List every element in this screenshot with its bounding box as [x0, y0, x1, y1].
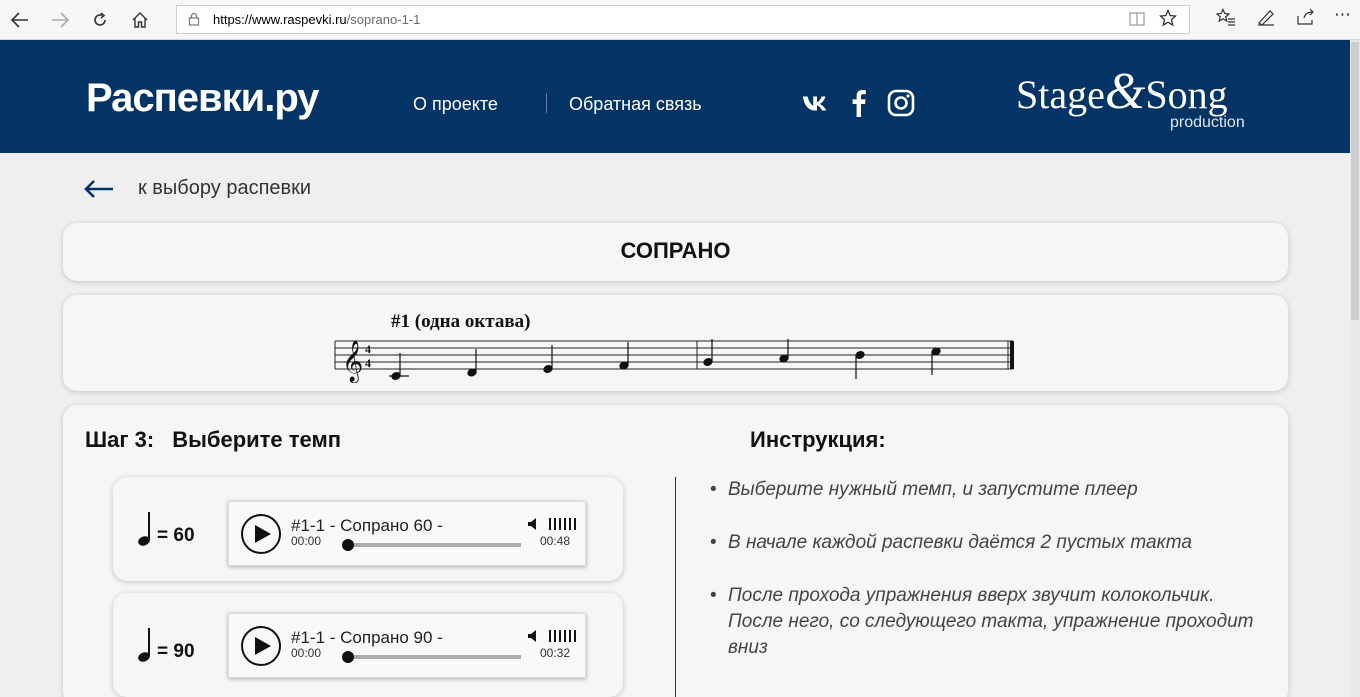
- quarter-note-icon: [138, 512, 150, 546]
- time-current: 00:00: [291, 646, 322, 660]
- time-total: 00:32: [540, 646, 571, 660]
- score-card: #1 (одна октава) 𝄞 4 4: [63, 295, 1288, 391]
- brand-song: Song: [1145, 72, 1228, 117]
- brand-sub: production: [1170, 114, 1245, 131]
- scrollbar-thumb[interactable]: [1351, 42, 1359, 320]
- progress-knob[interactable]: [342, 539, 354, 551]
- address-bar[interactable]: https://www.raspevki.ru/soprano-1-1: [176, 5, 1190, 34]
- treble-clef-icon: 𝄞: [342, 340, 363, 383]
- more-icon[interactable]: ⋯: [1334, 5, 1351, 25]
- audio-player: #1-1 - Сопрано 90 - 00:00 00:32: [228, 613, 586, 678]
- tempo-label: = 90: [137, 627, 195, 663]
- tempo-card-90: = 90 #1-1 - Сопрано 90 - 00:00 00:32: [113, 593, 623, 697]
- svg-text:4: 4: [365, 342, 371, 356]
- volume-icon[interactable]: [527, 517, 541, 531]
- play-icon: [255, 525, 271, 543]
- reading-view-icon[interactable]: [1129, 11, 1145, 32]
- play-button[interactable]: [241, 626, 281, 666]
- instructions-list: Выберите нужный темп, и запустите плеер …: [710, 477, 1270, 661]
- brand-main: Stage&Song: [1016, 66, 1228, 118]
- volume-slider[interactable]: [549, 518, 576, 530]
- quarter-note-icon: [138, 628, 150, 662]
- url-host: https://www.raspevki.ru: [213, 12, 347, 27]
- volume-slider[interactable]: [549, 630, 576, 642]
- back-arrow-icon: [84, 179, 113, 198]
- instruction-item: В начале каждой распевки даётся 2 пустых…: [710, 530, 1270, 556]
- brand-amp: &: [1104, 63, 1146, 120]
- favorite-star-icon[interactable]: [1158, 8, 1178, 32]
- back-arrow-icon[interactable]: [6, 6, 34, 34]
- site-header: Распевки.ру О проекте Обратная связь Sta…: [0, 40, 1350, 153]
- progress-bar[interactable]: [345, 543, 521, 547]
- brand-stage: Stage: [1016, 72, 1105, 117]
- forward-arrow-icon[interactable]: [46, 6, 74, 34]
- site-logo[interactable]: Распевки.ру: [86, 76, 320, 121]
- facebook-icon[interactable]: [844, 88, 874, 118]
- instructions-title: Инструкция:: [750, 427, 886, 452]
- page-scrollbar[interactable]: [1350, 40, 1360, 697]
- vk-icon[interactable]: [802, 88, 832, 118]
- brand-logo[interactable]: Stage&Song production: [1016, 66, 1245, 132]
- step-text: Выберите темп: [172, 427, 342, 452]
- pen-icon[interactable]: [1256, 8, 1276, 31]
- url-path: /soprano-1-1: [346, 12, 421, 27]
- page-content: к выбору распевки СОПРАНО #1 (одна октав…: [0, 153, 1350, 697]
- instruction-item: После прохода упражнения вверх звучит ко…: [710, 583, 1270, 661]
- play-button[interactable]: [241, 514, 281, 554]
- instagram-icon[interactable]: [886, 88, 916, 118]
- share-icon[interactable]: [1296, 8, 1316, 31]
- page-title: СОПРАНО: [620, 238, 731, 263]
- home-icon[interactable]: [126, 6, 154, 34]
- time-total: 00:48: [540, 534, 571, 548]
- lock-icon: [188, 12, 200, 26]
- back-link[interactable]: к выбору распевки: [84, 177, 311, 200]
- back-link-label: к выбору распевки: [138, 177, 312, 199]
- favorites-list-icon[interactable]: [1215, 8, 1236, 31]
- volume-icon[interactable]: [527, 629, 541, 643]
- progress-bar[interactable]: [345, 655, 521, 659]
- refresh-icon[interactable]: [86, 6, 114, 34]
- main-card: Шаг 3: Выберите темп Инструкция: = 60 #1-…: [63, 405, 1288, 697]
- track-name: #1-1 - Сопрано 60 -: [291, 516, 443, 535]
- play-icon: [255, 637, 271, 655]
- time-current: 00:00: [291, 534, 322, 548]
- svg-text:4: 4: [365, 356, 371, 370]
- tempo-value: = 60: [157, 525, 195, 546]
- tempo-value: = 90: [157, 641, 195, 662]
- menu-link-feedback[interactable]: Обратная связь: [569, 94, 702, 115]
- music-staff: 𝄞 4 4: [334, 339, 1014, 383]
- step-label: Шаг 3:: [85, 427, 155, 452]
- step-title: Шаг 3: Выберите темп: [85, 427, 341, 453]
- title-card: СОПРАНО: [63, 223, 1288, 281]
- browser-toolbar: https://www.raspevki.ru/soprano-1-1 ⋯: [0, 0, 1360, 40]
- track-name: #1-1 - Сопрано 90 -: [291, 628, 443, 647]
- url-text[interactable]: https://www.raspevki.ru/soprano-1-1: [213, 12, 420, 27]
- tempo-label: = 60: [137, 511, 195, 547]
- menu-link-about[interactable]: О проекте: [413, 94, 498, 115]
- vertical-divider: [675, 477, 676, 697]
- audio-player: #1-1 - Сопрано 60 - 00:00 00:48: [228, 501, 586, 566]
- tempo-card-60: = 60 #1-1 - Сопрано 60 - 00:00 00:48: [113, 477, 623, 581]
- menu-separator: [546, 93, 547, 113]
- progress-knob[interactable]: [342, 651, 354, 663]
- score-title: #1 (одна октава): [391, 311, 531, 332]
- instruction-item: Выберите нужный темп, и запустите плеер: [710, 477, 1270, 503]
